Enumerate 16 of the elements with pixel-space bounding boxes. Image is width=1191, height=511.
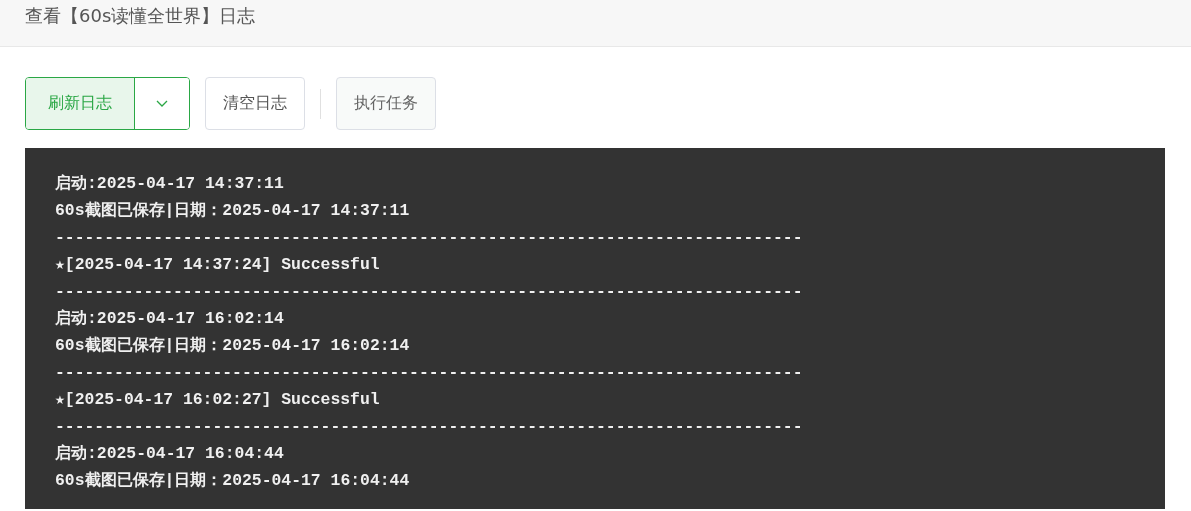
log-line: ---------------------------------------------------------------------------- <box>55 281 804 303</box>
log-line: 60s截图已保存|日期：2025-04-17 16:04:44 <box>55 470 411 492</box>
log-line: 启动:2025-04-17 14:37:11 <box>55 173 285 195</box>
log-line: ★[2025-04-17 16:02:27] Successful <box>55 389 381 411</box>
log-line: ★[2025-04-17 14:37:24] Successful <box>55 254 381 276</box>
log-line: 启动:2025-04-17 16:04:44 <box>55 443 285 465</box>
clear-log-button[interactable]: 清空日志 <box>205 77 305 130</box>
log-line: 60s截图已保存|日期：2025-04-17 16:02:14 <box>55 335 411 357</box>
log-line: 启动:2025-04-17 16:02:14 <box>55 308 285 330</box>
log-line: ---------------------------------------------------------------------------- <box>55 416 804 438</box>
log-line: 60s截图已保存|日期：2025-04-17 14:37:11 <box>55 200 411 222</box>
chevron-down-icon <box>156 100 168 107</box>
log-line: ---------------------------------------------------------------------------- <box>55 362 804 384</box>
log-line: ---------------------------------------------------------------------------- <box>55 227 804 249</box>
run-task-button[interactable]: 执行任务 <box>336 77 436 130</box>
page-title: 查看【60s读懂全世界】日志 <box>25 4 256 28</box>
